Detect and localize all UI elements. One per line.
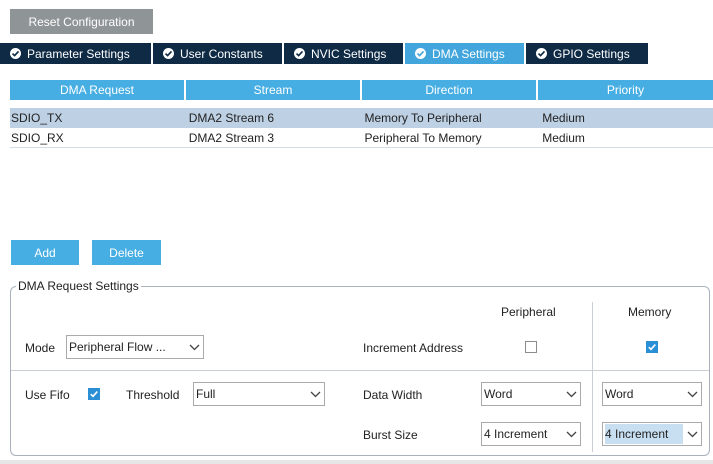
group-title: DMA Request Settings: [16, 279, 141, 293]
tab-label: GPIO Settings: [553, 46, 630, 61]
chevron-down-icon: [683, 431, 701, 438]
header-stream[interactable]: Stream: [186, 80, 360, 100]
memory-column-label: Memory: [628, 305, 672, 319]
column-divider: [592, 302, 593, 452]
burst-size-memory-select[interactable]: 4 Increment: [602, 422, 702, 446]
increment-peripheral-checkbox[interactable]: [525, 341, 537, 353]
data-width-memory-value: Word: [605, 387, 634, 401]
table-row[interactable]: SDIO_RX DMA2 Stream 3 Peripheral To Memo…: [10, 128, 713, 148]
cell-stream: DMA2 Stream 6: [188, 111, 275, 125]
peripheral-column-label: Peripheral: [501, 305, 556, 319]
header-priority[interactable]: Priority: [538, 80, 713, 100]
tab-label: User Constants: [180, 46, 263, 61]
mode-label: Mode: [25, 341, 56, 355]
burst-size-peripheral-value: 4 Increment: [484, 427, 548, 441]
check-circle-icon: [536, 48, 547, 59]
increment-address-label: Increment Address: [363, 341, 464, 355]
row-divider: [11, 370, 709, 371]
reset-configuration-button[interactable]: Reset Configuration: [10, 9, 153, 34]
check-circle-icon: [10, 48, 21, 59]
delete-button[interactable]: Delete: [92, 240, 161, 265]
threshold-value: Full: [196, 387, 216, 401]
bottom-edge: [0, 460, 713, 464]
threshold-select[interactable]: Full: [193, 382, 325, 406]
cell-direction: Memory To Peripheral: [364, 111, 482, 125]
mode-select[interactable]: Peripheral Flow ...: [66, 335, 204, 359]
tab-bar: Parameter Settings User Constants NVIC S…: [0, 43, 652, 64]
chevron-down-icon: [562, 431, 580, 438]
check-circle-icon: [294, 48, 305, 59]
tab-parameter-settings[interactable]: Parameter Settings: [0, 43, 151, 64]
tab-label: DMA Settings: [432, 46, 505, 61]
tab-label: NVIC Settings: [311, 46, 387, 61]
chevron-down-icon: [562, 391, 580, 398]
chevron-down-icon: [306, 391, 324, 398]
mode-value: Peripheral Flow ...: [69, 340, 166, 354]
cell-priority: Medium: [542, 111, 585, 125]
tab-dma-settings[interactable]: DMA Settings: [405, 43, 524, 64]
burst-size-label: Burst Size: [363, 428, 418, 442]
increment-memory-checkbox[interactable]: [646, 341, 658, 353]
cell-stream: DMA2 Stream 3: [188, 131, 275, 145]
cell-request: SDIO_TX: [11, 111, 63, 125]
check-icon: [648, 344, 656, 351]
cell-request: SDIO_RX: [11, 131, 64, 145]
burst-size-peripheral-select[interactable]: 4 Increment: [481, 422, 581, 446]
check-circle-icon: [163, 48, 174, 59]
chevron-down-icon: [185, 344, 203, 351]
burst-size-memory-value: 4 Increment: [605, 424, 683, 444]
header-direction[interactable]: Direction: [362, 80, 536, 100]
tab-label: Parameter Settings: [27, 46, 130, 61]
data-width-label: Data Width: [363, 388, 423, 402]
dma-table-header: DMA Request Stream Direction Priority: [10, 80, 713, 100]
tab-gpio-settings[interactable]: GPIO Settings: [526, 43, 648, 64]
cell-priority: Medium: [542, 131, 585, 145]
add-button[interactable]: Add: [11, 240, 79, 265]
tab-user-constants[interactable]: User Constants: [153, 43, 282, 64]
chevron-down-icon: [683, 391, 701, 398]
tab-nvic-settings[interactable]: NVIC Settings: [284, 43, 403, 64]
data-width-peripheral-value: Word: [484, 387, 513, 401]
header-dma-request[interactable]: DMA Request: [10, 80, 184, 100]
data-width-memory-select[interactable]: Word: [602, 382, 702, 406]
check-circle-icon: [415, 48, 426, 59]
cell-direction: Peripheral To Memory: [364, 131, 482, 145]
use-fifo-checkbox[interactable]: [88, 388, 100, 400]
check-icon: [90, 391, 98, 398]
use-fifo-label: Use Fifo: [25, 388, 70, 402]
table-row[interactable]: SDIO_TX DMA2 Stream 6 Memory To Peripher…: [10, 108, 713, 128]
data-width-peripheral-select[interactable]: Word: [481, 382, 581, 406]
threshold-label: Threshold: [126, 388, 180, 402]
